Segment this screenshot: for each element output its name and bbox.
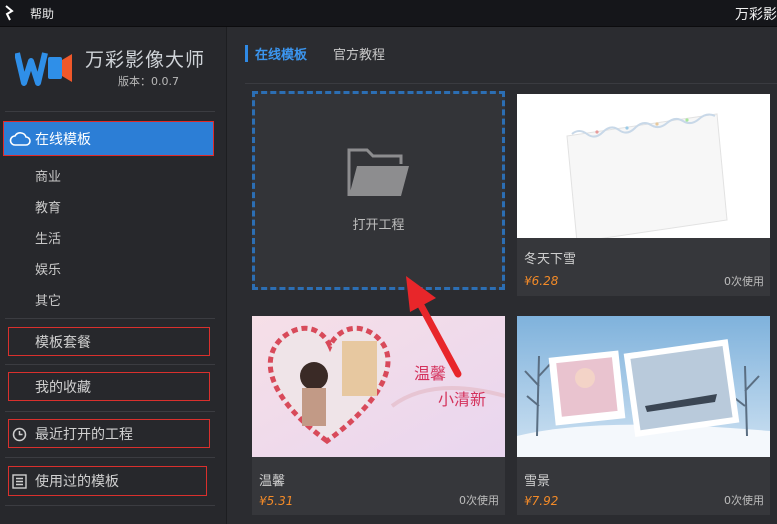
- divider: [5, 505, 215, 506]
- template-usage-count: 0次使用: [724, 275, 764, 288]
- template-name: 冬天下雪: [524, 252, 577, 267]
- divider: [5, 318, 215, 319]
- category-business[interactable]: 商业: [35, 166, 61, 185]
- list-icon: [12, 474, 27, 489]
- category-education[interactable]: 教育: [35, 197, 61, 216]
- template-price: ¥5.31: [259, 494, 294, 508]
- app-logo-icon: [15, 52, 72, 86]
- thumbnail-text: 小清新: [438, 390, 487, 409]
- title-bar: 帮助 万彩影: [0, 0, 777, 27]
- app-menu-icon[interactable]: [4, 5, 14, 21]
- divider: [5, 411, 215, 412]
- template-price: ¥6.28: [524, 274, 559, 288]
- sidebar: 万彩影像大师 版本：0.0.7 在线模板 商业 教育 生活 娱乐 其它 模板套餐…: [0, 27, 227, 524]
- sidebar-item-label: 使用过的模板: [35, 474, 119, 490]
- category-entertainment[interactable]: 娱乐: [35, 259, 61, 278]
- divider: [5, 111, 215, 112]
- cloud-icon: [9, 131, 31, 146]
- template-price: ¥7.92: [524, 494, 559, 508]
- divider: [5, 364, 215, 365]
- template-card-warm[interactable]: 温馨 小清新 温馨 ¥5.31 0次使用: [252, 316, 505, 515]
- open-project-label: 打开工程: [352, 218, 405, 233]
- window-title: 万彩影: [735, 7, 777, 23]
- template-name: 雪景: [524, 474, 551, 489]
- thumbnail-text: 温馨: [414, 364, 447, 383]
- sidebar-item-label: 在线模板: [35, 131, 91, 148]
- tab-online-templates[interactable]: 在线模板: [255, 44, 307, 63]
- template-card-snow-scene[interactable]: 雪景 ¥7.92 0次使用: [517, 316, 770, 515]
- sidebar-item-online-templates[interactable]: 在线模板: [3, 121, 214, 156]
- category-life[interactable]: 生活: [35, 228, 61, 247]
- category-other[interactable]: 其它: [35, 290, 61, 309]
- app-name: 万彩影像大师: [85, 49, 206, 71]
- template-thumbnail: [517, 94, 770, 238]
- sidebar-item-template-packages[interactable]: 模板套餐: [8, 327, 210, 356]
- sidebar-item-label: 模板套餐: [35, 334, 91, 351]
- divider: [5, 457, 215, 458]
- help-menu[interactable]: 帮助: [30, 5, 54, 22]
- template-thumbnail: [517, 316, 770, 457]
- template-name: 温馨: [259, 474, 286, 489]
- sidebar-item-favorites[interactable]: 我的收藏: [8, 372, 210, 401]
- tab-official-tutorial[interactable]: 官方教程: [333, 44, 385, 63]
- sidebar-item-recent-projects[interactable]: 最近打开的工程: [8, 419, 210, 448]
- template-usage-count: 0次使用: [724, 494, 764, 507]
- active-tab-indicator: [245, 44, 248, 62]
- sidebar-item-label: 我的收藏: [35, 379, 91, 396]
- clock-icon: [12, 427, 27, 442]
- app-version: 版本：0.0.7: [118, 75, 179, 88]
- template-card-winter-snow[interactable]: 冬天下雪 ¥6.28 0次使用: [517, 94, 770, 296]
- divider: [245, 83, 777, 84]
- sidebar-item-used-templates[interactable]: 使用过的模板: [8, 466, 207, 496]
- folder-icon: [347, 148, 409, 196]
- sidebar-item-label: 最近打开的工程: [35, 426, 133, 443]
- tab-bar: 在线模板 官方教程: [245, 43, 385, 63]
- template-usage-count: 0次使用: [459, 494, 499, 507]
- open-project-button[interactable]: 打开工程: [252, 91, 505, 290]
